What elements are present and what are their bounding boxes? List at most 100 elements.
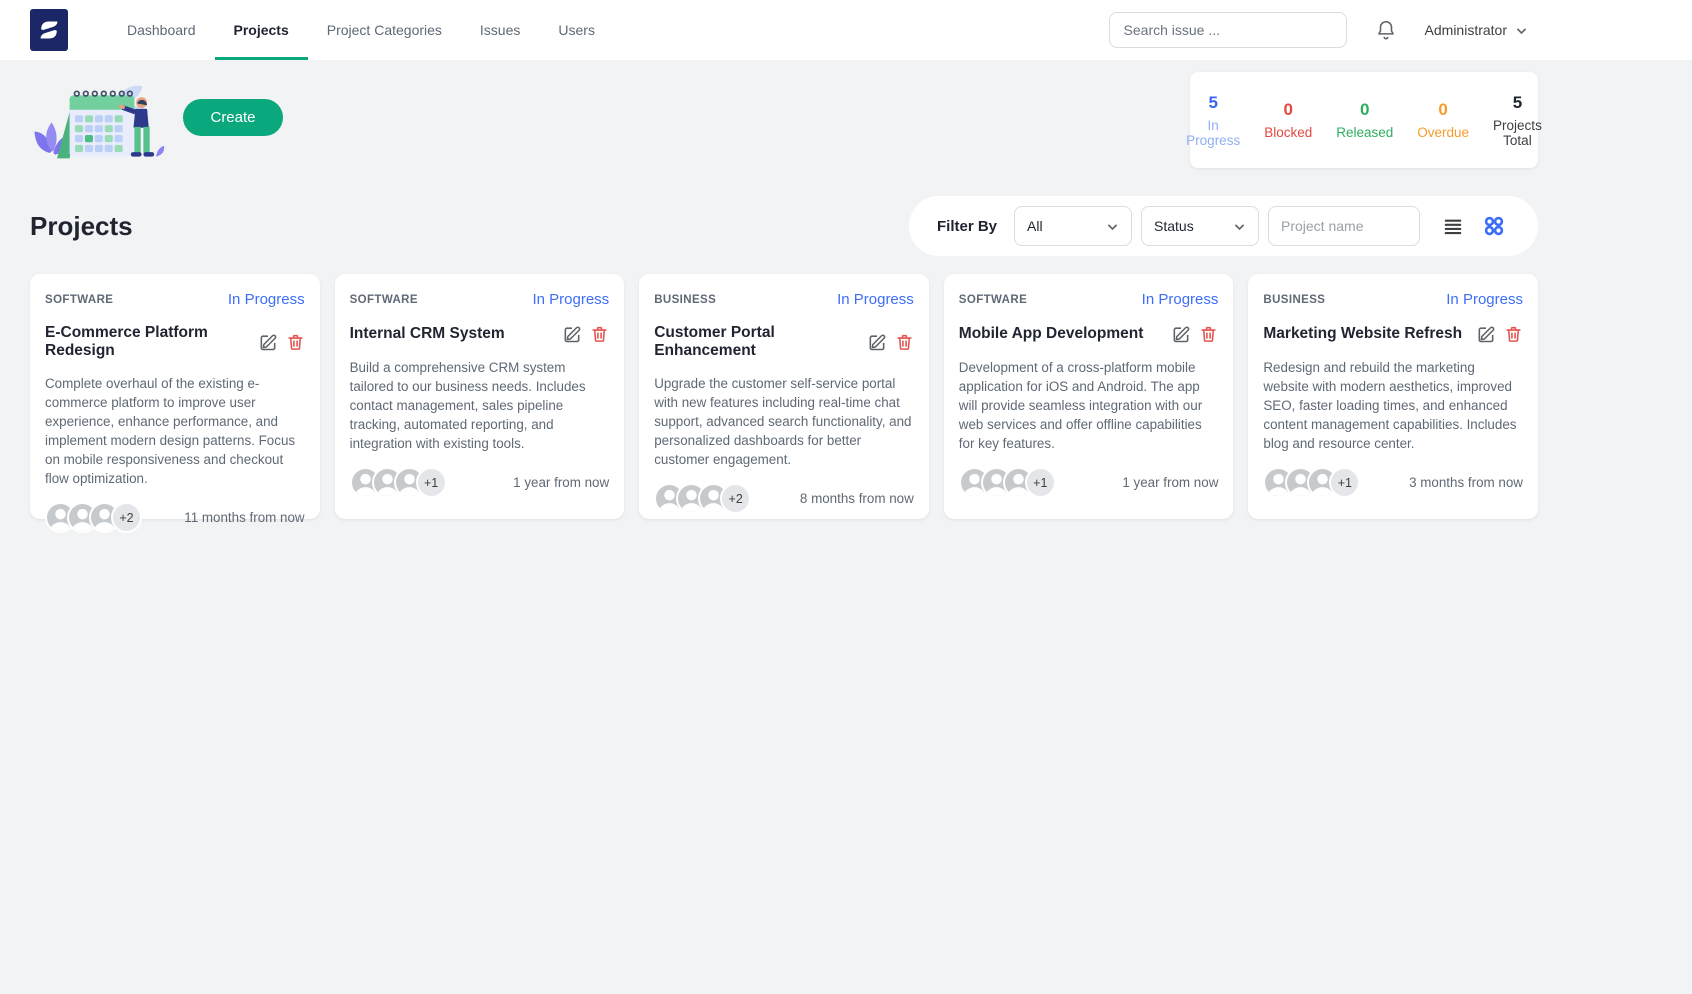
avatar-overflow-count: +1 — [1329, 467, 1361, 499]
list-view-icon — [1444, 219, 1462, 235]
stat-value: 0 — [1283, 100, 1293, 119]
create-project-button[interactable]: Create — [183, 98, 283, 136]
stat-label: Projects Total — [1493, 117, 1542, 148]
project-card: SOFTWARE In Progress Internal CRM System… — [334, 274, 625, 519]
edit-project-button[interactable] — [867, 332, 887, 352]
due-date: 3 months from now — [1409, 475, 1523, 491]
project-title[interactable]: E-Commerce Platform Redesign — [45, 324, 258, 360]
project-title[interactable]: Marketing Website Refresh — [1263, 325, 1462, 343]
project-description: Upgrade the customer self-service portal… — [654, 376, 912, 468]
page-title: Projects — [30, 210, 133, 241]
project-category: BUSINESS — [654, 293, 717, 306]
edit-icon — [260, 334, 276, 351]
project-card: SOFTWARE In Progress Mobile App Developm… — [943, 274, 1234, 519]
assignee-avatars: +2 — [45, 502, 142, 534]
avatar-overflow-count: +2 — [111, 502, 142, 534]
nav-item-projects[interactable]: Projects — [214, 0, 308, 60]
assignee-avatars: +1 — [349, 467, 447, 499]
notifications-button[interactable] — [1375, 19, 1397, 41]
stat-in-progress: 5 In Progress — [1186, 93, 1240, 148]
logo-s-icon — [40, 21, 58, 39]
stat-label: In Progress — [1186, 117, 1241, 148]
assignee-avatars: +1 — [958, 467, 1056, 499]
nav-item-users[interactable]: Users — [539, 0, 614, 60]
stat-released: 0 Released — [1336, 100, 1393, 140]
status-filter-select[interactable]: Status — [1141, 206, 1259, 246]
delete-project-button[interactable] — [1504, 324, 1523, 344]
assignee-avatars: +1 — [1263, 467, 1361, 499]
project-category: BUSINESS — [1263, 293, 1326, 306]
project-status: In Progress — [1446, 291, 1523, 308]
nav-item-project-categories[interactable]: Project Categories — [308, 0, 461, 60]
trash-icon — [897, 334, 912, 350]
delete-project-button[interactable] — [286, 332, 305, 352]
stat-blocked: 0 Blocked — [1264, 100, 1312, 140]
stat-value: 5 — [1512, 92, 1523, 112]
edit-project-button[interactable] — [258, 332, 278, 352]
filter-by-label: Filter By — [936, 217, 997, 235]
edit-project-button[interactable] — [1476, 324, 1496, 344]
app-logo[interactable] — [30, 9, 68, 51]
edit-icon — [869, 334, 886, 351]
project-stats-card: 5 In Progress 0 Blocked 0 Released 0 Ove… — [1186, 72, 1542, 168]
assignee-avatars: +2 — [654, 483, 752, 515]
user-menu-label: Administrator — [1424, 22, 1507, 38]
project-status: In Progress — [532, 291, 610, 308]
chevron-down-icon — [1516, 27, 1527, 34]
project-title[interactable]: Mobile App Development — [959, 325, 1144, 343]
stat-label: Overdue — [1417, 125, 1470, 140]
category-filter-value: All — [1027, 218, 1043, 234]
project-category: SOFTWARE — [958, 293, 1028, 306]
projects-toolbar: Projects Filter By All Status — [30, 196, 1538, 256]
edit-icon — [1173, 326, 1190, 343]
project-cards-grid: SOFTWARE In Progress E-Commerce Platform… — [0, 274, 1538, 534]
grid-view-button[interactable] — [1478, 210, 1510, 242]
project-name-filter-input[interactable] — [1268, 206, 1420, 246]
nav-item-issues[interactable]: Issues — [461, 0, 539, 60]
main-nav: Dashboard Projects Project Categories Is… — [108, 0, 614, 60]
trash-icon — [1506, 326, 1521, 342]
search-input[interactable] — [1108, 12, 1347, 48]
list-view-button[interactable] — [1437, 211, 1469, 241]
project-description: Redesign and rebuild the marketing websi… — [1263, 360, 1517, 452]
trash-icon — [287, 334, 303, 350]
project-category: SOFTWARE — [349, 293, 418, 306]
stat-value: 0 — [1438, 100, 1448, 119]
edit-project-button[interactable] — [562, 324, 582, 344]
stat-label: Blocked — [1264, 125, 1313, 140]
project-card: BUSINESS In Progress Customer Portal Enh… — [639, 274, 929, 519]
project-status: In Progress — [1141, 291, 1219, 308]
avatar-overflow-count: +1 — [415, 467, 447, 499]
project-status: In Progress — [837, 291, 914, 308]
project-status: In Progress — [227, 291, 305, 308]
project-card: BUSINESS In Progress Marketing Website R… — [1248, 274, 1538, 519]
trash-icon — [592, 326, 607, 342]
stat-label: Released — [1336, 125, 1394, 140]
due-date: 1 year from now — [513, 475, 610, 491]
project-title[interactable]: Internal CRM System — [350, 325, 505, 343]
avatar-overflow-count: +1 — [1024, 467, 1056, 499]
project-category: SOFTWARE — [45, 293, 114, 306]
delete-project-button[interactable] — [1199, 324, 1218, 344]
project-card: SOFTWARE In Progress E-Commerce Platform… — [30, 274, 320, 534]
project-description: Complete overhaul of the existing e-comm… — [45, 376, 296, 487]
hero-section: Create 5 In Progress 0 Blocked 0 Release… — [0, 60, 1542, 168]
due-date: 11 months from now — [184, 510, 305, 526]
due-date: 1 year from now — [1122, 475, 1219, 491]
avatar-overflow-count: +2 — [720, 483, 752, 515]
nav-item-dashboard[interactable]: Dashboard — [108, 0, 215, 60]
category-filter-select[interactable]: All — [1014, 206, 1132, 246]
status-filter-value: Status — [1154, 218, 1194, 234]
stat-overdue: 0 Overdue — [1417, 100, 1469, 140]
edit-icon — [564, 326, 581, 343]
trash-icon — [1201, 326, 1216, 342]
project-description: Build a comprehensive CRM system tailore… — [349, 360, 586, 452]
chevron-down-icon — [1234, 223, 1245, 230]
hero-illustration — [34, 85, 165, 159]
due-date: 8 months from now — [799, 491, 914, 507]
delete-project-button[interactable] — [590, 324, 609, 344]
delete-project-button[interactable] — [895, 332, 914, 352]
project-title[interactable]: Customer Portal Enhancement — [654, 324, 867, 360]
user-menu[interactable]: Administrator — [1425, 22, 1528, 38]
edit-project-button[interactable] — [1171, 324, 1191, 344]
